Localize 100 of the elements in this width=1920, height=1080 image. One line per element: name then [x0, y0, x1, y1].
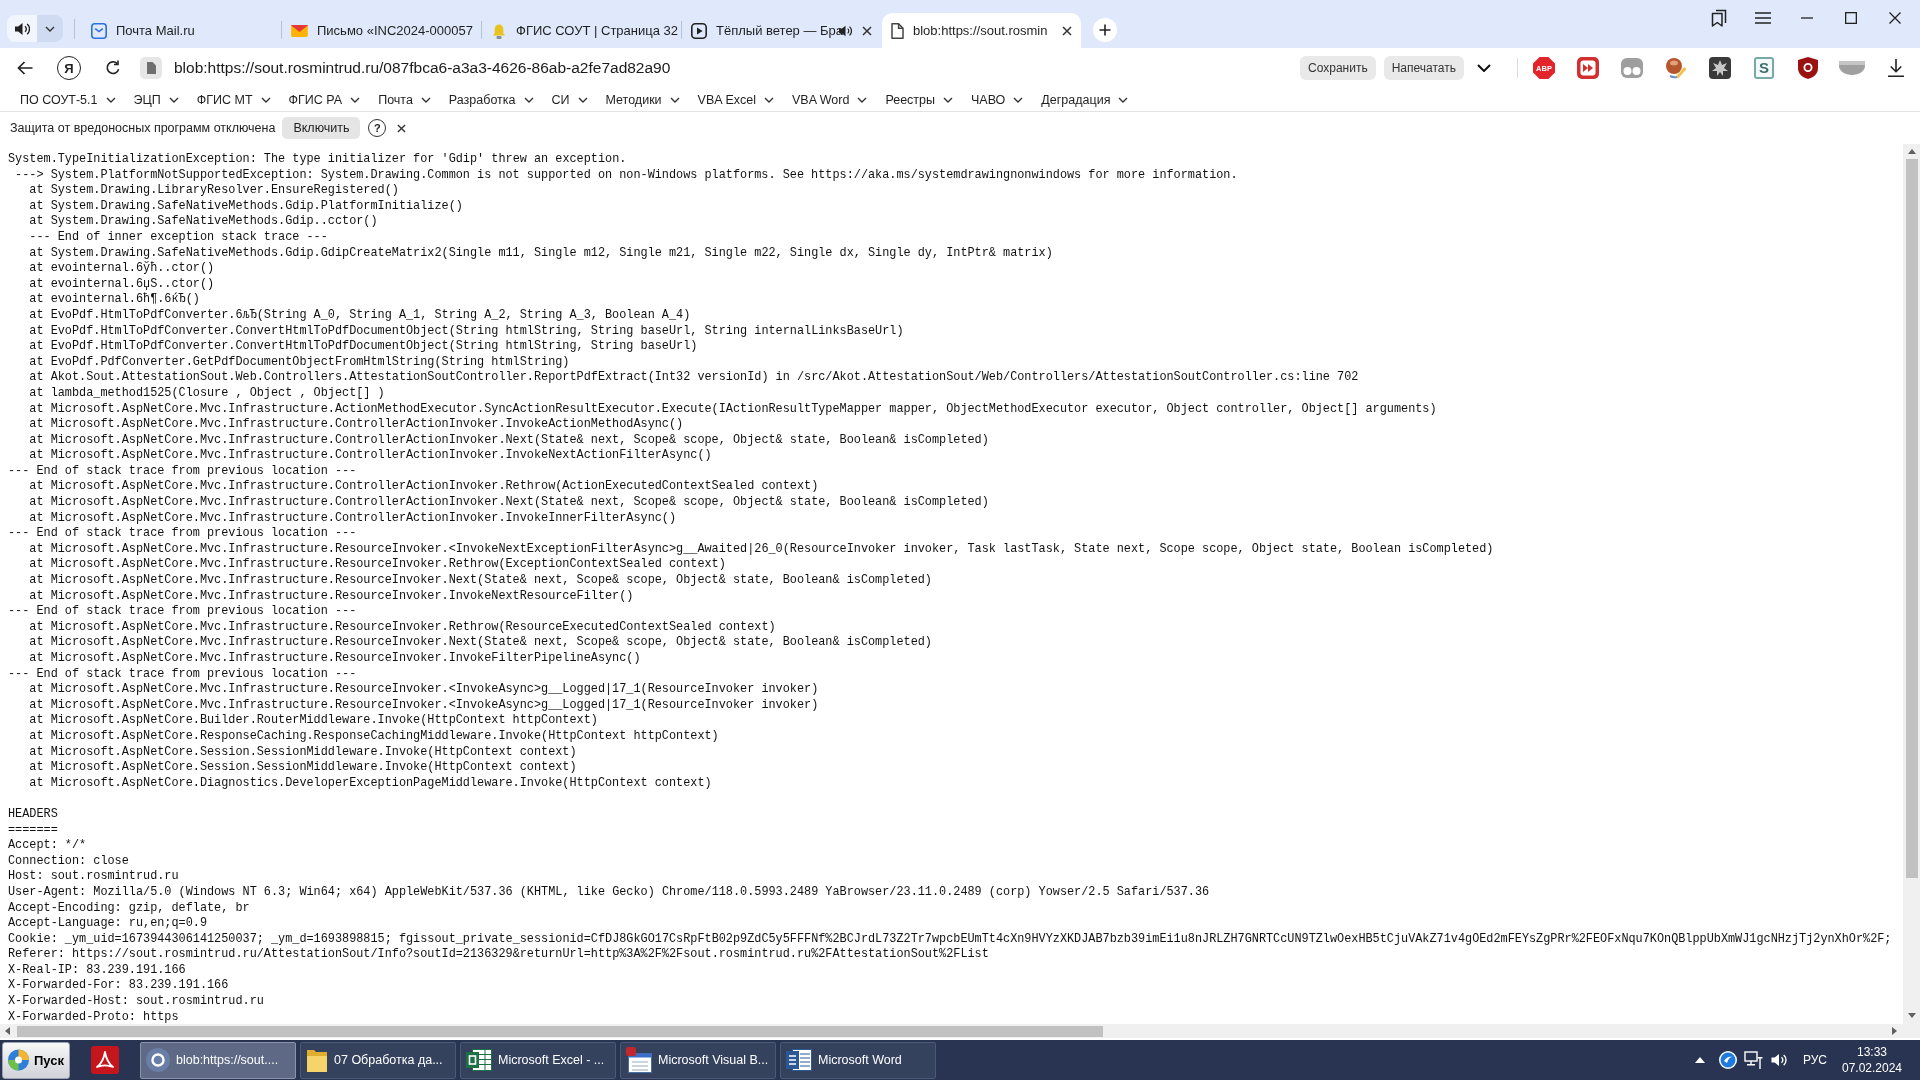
bookmark-folder[interactable]: ФГИС РА: [281, 88, 368, 111]
stack-frame: at Microsoft.AspNetCore.Mvc.Infrastructure.ControllerActionInvoker.Next(State& next, Scope& scope, Object& state, Boolean& isCompleted): [29, 495, 989, 511]
bowl-icon[interactable]: [1839, 61, 1865, 75]
bookmark-folder[interactable]: Реестры: [878, 88, 961, 111]
play-icon: [691, 22, 707, 39]
bookmark-folder[interactable]: Разработка: [441, 88, 541, 111]
arrow-left-icon[interactable]: [5, 1027, 10, 1035]
header-line: Connection: close: [8, 853, 129, 870]
stack-frame: at Microsoft.AspNetCore.ResponseCaching.ResponseCachingMiddleware.Invoke(HttpContext httpContext): [29, 728, 719, 745]
speaker-icon[interactable]: [1770, 1053, 1787, 1067]
enable-button[interactable]: Включить: [282, 117, 361, 139]
arrow-down-icon[interactable]: [1907, 1013, 1916, 1018]
vertical-scrollbar[interactable]: [1903, 144, 1920, 1024]
stack-frame: at Microsoft.AspNetCore.Session.SessionMiddleware.Invoke(HttpContext context): [29, 760, 577, 776]
stack-frame: at Microsoft.AspNetCore.Mvc.Infrastructure.ResourceInvoker.<InvokeAsync>g__Logged|17_1(ResourceInvoker invoker): [29, 697, 819, 714]
chevron-down-icon[interactable]: [1477, 64, 1491, 72]
mask-icon[interactable]: [1621, 58, 1643, 78]
maximize-icon[interactable]: [1845, 12, 1857, 24]
orb-icon: [8, 1049, 29, 1071]
tab[interactable]: Письмо «INC2024-000057: [282, 13, 481, 48]
fast-forward-icon[interactable]: [1577, 57, 1599, 79]
bookmark-folder[interactable]: Методики: [598, 88, 687, 111]
caret-icon: [577, 96, 588, 103]
caret-icon: [45, 25, 55, 32]
scrollbar-thumb[interactable]: [1905, 159, 1918, 878]
stack-frame: at Microsoft.AspNetCore.Session.SessionMiddleware.Invoke(HttpContext context): [29, 744, 577, 761]
trace-separator: --- End of stack trace from previous location ---: [8, 604, 357, 620]
header-line: Referer: https://sout.rosmintrud.ru/AttestationSout/Info?soutId=2136329&returnUrl=http%3A%2F%2Fsout.rosmintrud.ru%2FAttestationSout%2FList: [8, 947, 989, 963]
header-line: Accept: */*: [8, 838, 87, 854]
help-button[interactable]: ?: [368, 119, 387, 137]
bookmarks-icon[interactable]: [1710, 9, 1728, 27]
plus-icon[interactable]: [1093, 18, 1117, 42]
caret-icon: [669, 96, 680, 103]
bell-icon: [491, 22, 507, 39]
taskbar-button[interactable]: Microsoft Visual B...: [620, 1041, 776, 1079]
bookmark-folder[interactable]: Почта: [371, 88, 438, 111]
shield-icon[interactable]: [1798, 57, 1818, 79]
heading-rule-text: =======: [8, 822, 58, 839]
caret-icon: [857, 96, 868, 103]
back-arrow-icon[interactable]: [17, 61, 33, 75]
pencil-icon[interactable]: [1665, 57, 1687, 79]
bookmark-folder[interactable]: СИ: [544, 88, 595, 111]
language-indicator[interactable]: РУС: [1802, 1053, 1827, 1067]
audio-button[interactable]: [7, 15, 37, 42]
bookmark-folder[interactable]: ПО СОУТ-5.1: [13, 88, 123, 111]
close-icon[interactable]: [1889, 12, 1901, 24]
arrow-right-icon[interactable]: [1892, 1027, 1897, 1035]
stack-frame: at EvoPdf.HtmlToPdfConverter.ConvertHtmlToPdfDocumentObject(String htmlString, String baseUrl, String internalLinksBaseUrl): [29, 323, 904, 340]
network-icon[interactable]: [1743, 1051, 1764, 1069]
trace-separator: --- End of inner exception stack trace ---: [29, 229, 328, 246]
stack-frame: at Microsoft.AspNetCore.Mvc.Infrastructure.ControllerActionInvoker.InvokeInnerFilterAsync(): [29, 510, 677, 527]
caret-icon: [943, 96, 954, 103]
url-field[interactable]: blob:https://sout.rosmintrud.ru/087fbca6-a3a3-4626-86ab-a2fe7ad82a90: [174, 59, 671, 77]
stack-frame: at Microsoft.AspNetCore.Mvc.Infrastructure.ResourceInvoker.<InvokeNextExceptionFilterAsync>g__Awaited|26_0(ResourceInvoker invoker, Task lastTask, State next, Scope scope, Object state, Boolean isCompleted): [29, 541, 1494, 558]
download-icon[interactable]: [1888, 59, 1904, 77]
caret-icon: [420, 96, 431, 103]
logo-button[interactable]: Я: [57, 56, 81, 80]
bookmark-folder[interactable]: Деградация: [1034, 88, 1136, 111]
badge-icon[interactable]: [1718, 1051, 1737, 1069]
close-icon[interactable]: [862, 25, 872, 36]
taskbar-button[interactable]: Microsoft Word: [780, 1041, 936, 1079]
start-button[interactable]: Пуск: [2, 1041, 70, 1079]
spreadsheet-icon: [466, 1048, 492, 1072]
burst-icon[interactable]: [1709, 57, 1731, 79]
header-line: X-Forwarded-Proto: https: [8, 1009, 179, 1024]
header-line: X-Forwarded-Host: sout.rosmintrud.ru: [8, 994, 264, 1010]
triangle-up-icon[interactable]: [1694, 1057, 1705, 1063]
caret-icon: [260, 96, 271, 103]
stack-frame: at evointernal.6џЅ..ctor(): [29, 276, 215, 293]
close-icon[interactable]: [397, 123, 407, 133]
ring-icon: [146, 1048, 170, 1072]
bookmark-folder[interactable]: VBA Excel: [690, 88, 781, 111]
bookmark-folder[interactable]: VBA Word: [785, 88, 875, 111]
tab[interactable]: blob:https://sout.rosmin: [882, 13, 1081, 48]
taskbar-button[interactable]: blob:https://sout....: [140, 1041, 296, 1079]
bookmark-folder[interactable]: ЧАВО: [964, 88, 1031, 111]
print-button[interactable]: Напечатать: [1383, 56, 1464, 80]
taskbar-button[interactable]: Microsoft Excel - ...: [460, 1041, 616, 1079]
reload-icon[interactable]: [105, 60, 121, 76]
taskbar-button[interactable]: 07 Обработка да...: [300, 1041, 456, 1079]
scrollbar-thumb[interactable]: [17, 1025, 1103, 1037]
arrow-up-icon[interactable]: [1907, 149, 1916, 154]
header-line: X-Forwarded-For: 83.239.191.166: [8, 978, 229, 995]
page-icon[interactable]: [140, 57, 162, 79]
stack-frame: at Microsoft.AspNetCore.Diagnostics.DeveloperExceptionPageMiddleware.Invoke(HttpContext context): [29, 775, 712, 792]
stack-frame: at System.Drawing.SafeNativeMethods.Gdip.PlatformInitialize(): [29, 198, 463, 215]
extension-button[interactable]: S: [1754, 57, 1774, 79]
caret-icon: [523, 96, 534, 103]
save-button[interactable]: Сохранить: [1300, 56, 1376, 80]
bookmark-folder[interactable]: ФГИС МТ: [189, 88, 278, 111]
menu-icon[interactable]: [1755, 12, 1771, 24]
tab[interactable]: ФГИС СОУТ | Страница 32: [482, 13, 681, 48]
trace-separator: --- End of stack trace from previous location ---: [8, 463, 357, 480]
close-icon[interactable]: [1062, 25, 1072, 36]
stack-frame: at lambda_method1525(Closure , Object , Object[] ): [29, 385, 385, 402]
clock-time: 13:33: [1857, 1044, 1887, 1060]
caret-icon: [764, 96, 774, 103]
tab[interactable]: Почта Mail.ru: [82, 13, 281, 48]
bookmark-folder[interactable]: ЭЦП: [126, 88, 186, 111]
pdf-icon[interactable]: [91, 1046, 119, 1074]
